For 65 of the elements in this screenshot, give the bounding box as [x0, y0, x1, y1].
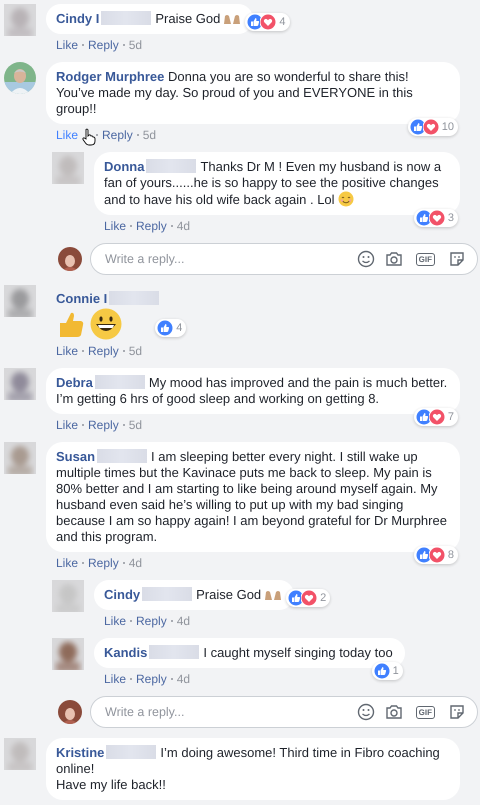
comment-text: Susan I am sleeping better every night. I still wake up multiple times but the Kavinace puts me back to sleep. My pain is 80% better and I am starting to like being around myself again. My husband even said he’s willing to put up with my bad singing because I am so happy again! I am beyond grateful for Dr Murphree and this program.	[56, 449, 447, 544]
love-reaction-icon	[260, 14, 276, 30]
like-reaction-icon	[157, 320, 174, 336]
author-name[interactable]: Cindy	[104, 587, 140, 602]
reaction-count[interactable]: 8	[414, 546, 458, 564]
gif-button[interactable]: GIF	[416, 706, 435, 718]
like-link[interactable]: Like	[56, 38, 78, 52]
timestamp[interactable]: 4d	[128, 556, 142, 570]
reaction-count[interactable]: 3	[414, 209, 458, 227]
hand-cursor-icon	[82, 128, 96, 146]
like-link[interactable]: Like	[56, 128, 78, 142]
comment-text: Kandis I caught myself singing today too	[104, 645, 393, 660]
timestamp[interactable]: 4d	[176, 672, 190, 686]
reaction-count[interactable]: 4	[245, 13, 290, 31]
reply-link[interactable]: Reply	[136, 219, 167, 233]
emoji-icon[interactable]	[356, 250, 375, 268]
author-name[interactable]: Cindy I	[56, 11, 100, 26]
reaction-count[interactable]: 2	[286, 589, 330, 607]
love-reaction-icon	[301, 590, 318, 606]
like-link[interactable]: Like	[104, 614, 126, 628]
author-name[interactable]: Connie I	[56, 291, 108, 306]
reply-link[interactable]: Reply	[88, 418, 119, 432]
timestamp[interactable]: 5d	[142, 128, 156, 142]
reply-link[interactable]: Reply	[88, 556, 119, 570]
comment-text: Cindy I Praise God	[56, 11, 242, 26]
reply-link[interactable]: Reply	[136, 614, 167, 628]
camera-icon[interactable]	[384, 703, 403, 721]
like-link[interactable]: Like	[56, 418, 78, 432]
like-link[interactable]: Like	[104, 219, 126, 233]
author-name[interactable]: Susan	[56, 449, 96, 464]
comment-text: Donna Thanks Dr M ! Even my husband is now a fan of yours......he is so happy to see the positive changes and to have his old wife back again . Lol	[104, 159, 442, 207]
comment-text: Debra My mood has improved and the pain is much better. I’m getting 6 hrs of good sleep and working on getting 8.	[56, 375, 448, 406]
comment-text: Kristine I’m doing awesome! Third time in Fibro coaching online! Have my life back!!	[56, 745, 440, 792]
comment-text: Cindy Praise God	[104, 587, 282, 602]
like-link[interactable]: Like	[56, 344, 78, 358]
reply-link[interactable]: Reply	[88, 344, 119, 358]
emoji-icon[interactable]	[356, 703, 375, 721]
reaction-count[interactable]: 4	[155, 319, 186, 337]
smiling-face-icon	[338, 191, 354, 207]
reply-link[interactable]: Reply	[102, 128, 133, 142]
camera-icon[interactable]	[384, 250, 403, 268]
timestamp[interactable]: 5d	[128, 38, 142, 52]
like-link[interactable]: Like	[104, 672, 126, 686]
sticker-icon[interactable]	[448, 250, 466, 268]
reply-link[interactable]: Reply	[88, 38, 119, 52]
timestamp[interactable]: 4d	[176, 614, 190, 628]
timestamp[interactable]: 5d	[128, 344, 142, 358]
reaction-count[interactable]: 7	[414, 408, 458, 426]
author-name[interactable]: Debra	[56, 375, 93, 390]
author-name[interactable]: Rodger Murphree	[56, 69, 164, 84]
timestamp[interactable]: 5d	[128, 418, 142, 432]
reply-field[interactable]: Write a reply... GIF	[90, 696, 478, 728]
sticker-icon[interactable]	[448, 703, 466, 721]
timestamp[interactable]: 4d	[176, 219, 190, 233]
reply-field[interactable]: Write a reply... GIF	[90, 243, 478, 275]
reply-link[interactable]: Reply	[136, 672, 167, 686]
gif-button[interactable]: GIF	[416, 252, 435, 266]
grinning-face-icon	[90, 308, 122, 340]
author-name[interactable]: Kristine	[56, 745, 104, 760]
like-link[interactable]: Like	[56, 556, 78, 570]
author-name[interactable]: Kandis	[104, 645, 148, 660]
reaction-count[interactable]: 1	[372, 662, 403, 680]
author-name[interactable]: Donna	[104, 159, 144, 174]
reaction-count[interactable]: 10	[408, 118, 458, 136]
comment-text: Rodger Murphree Donna you are so wonderful to share this! You’ve made my day. So proud of you and EVERYONE in this group!!	[56, 69, 413, 116]
